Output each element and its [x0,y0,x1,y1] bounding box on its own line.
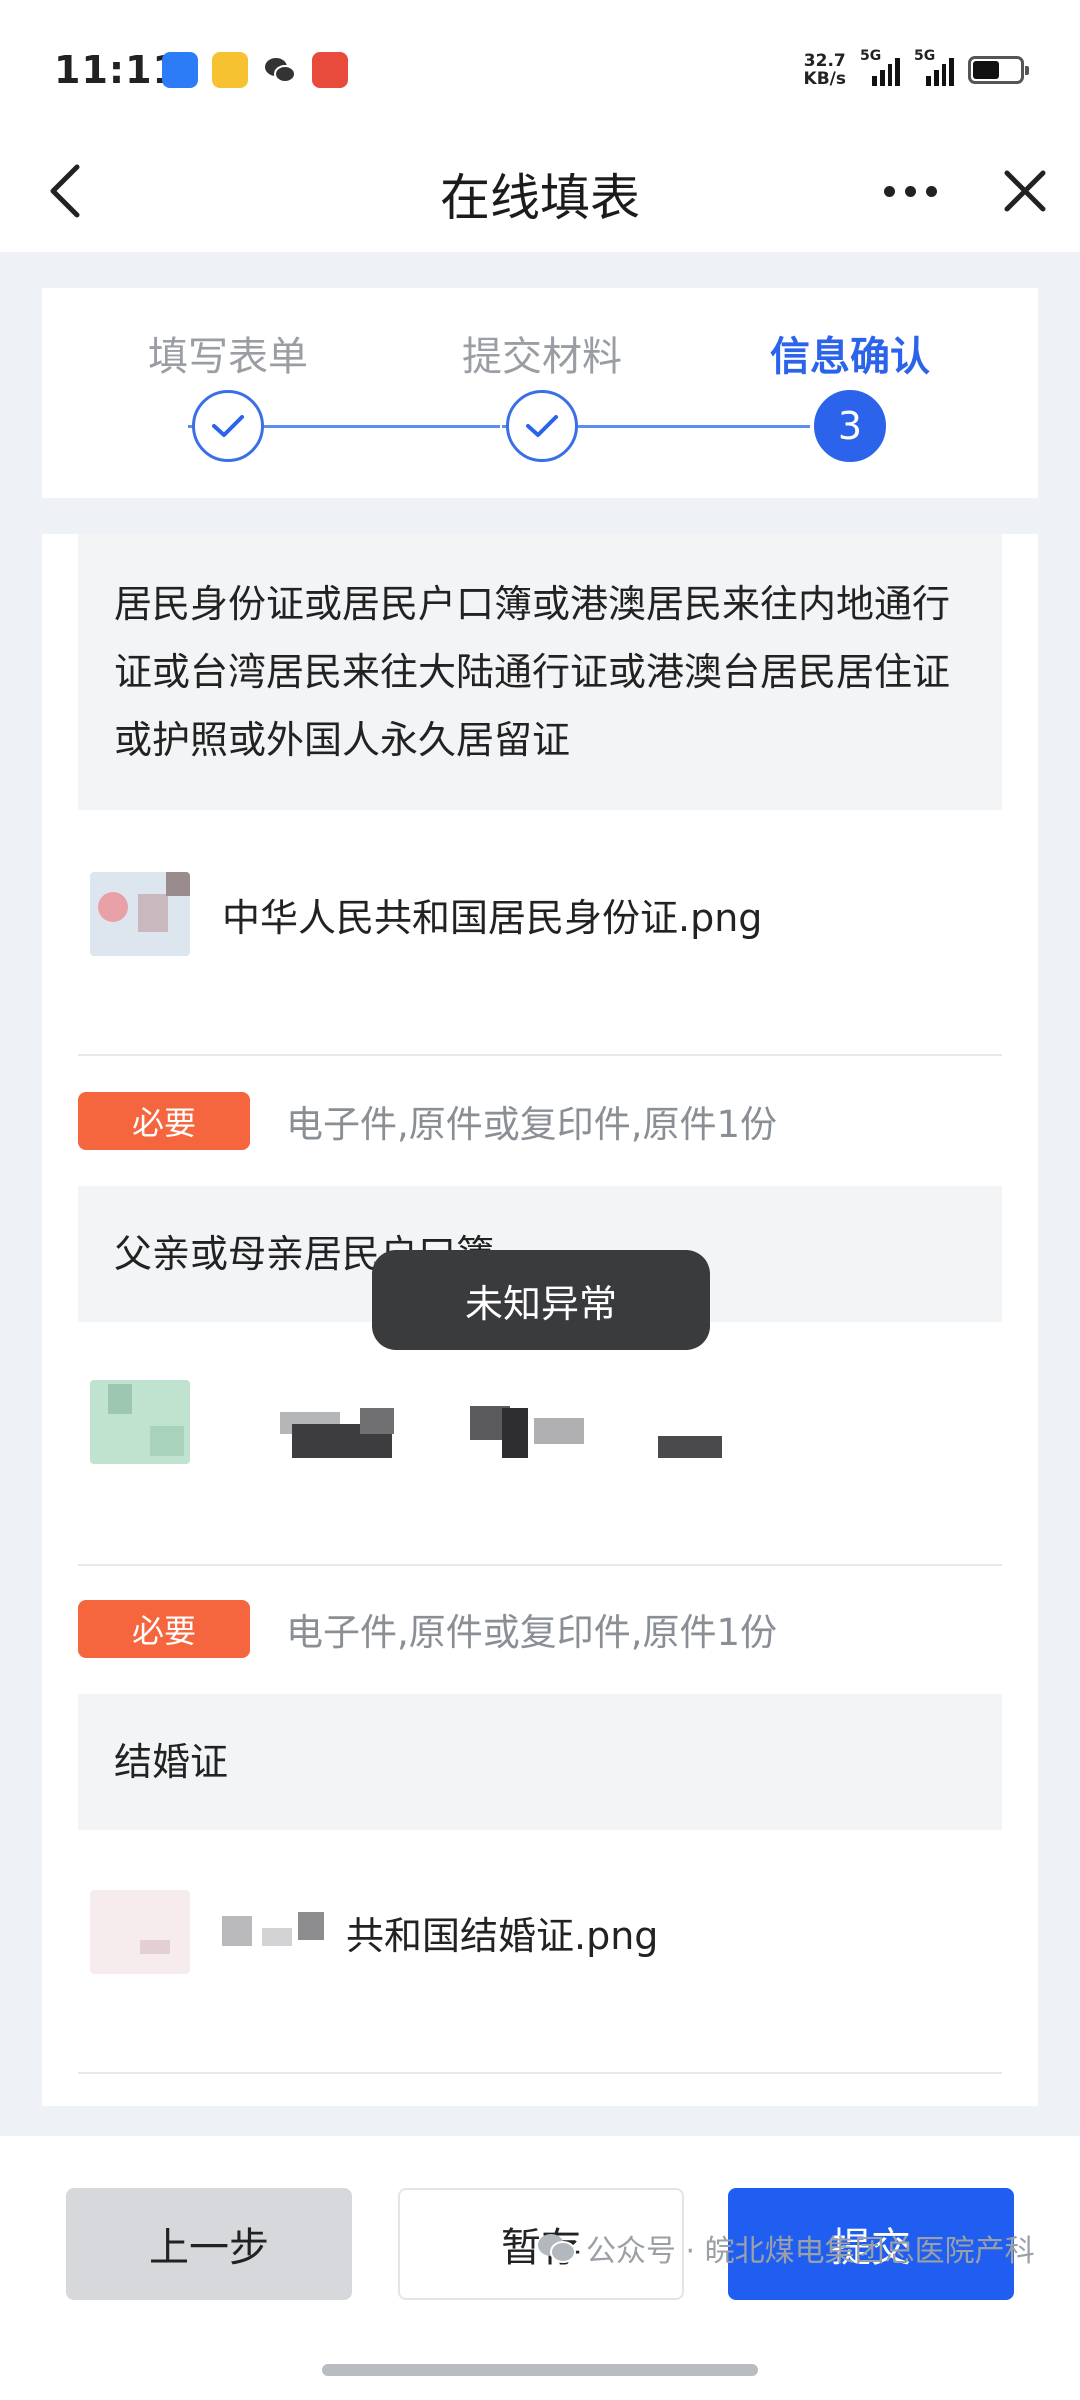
battery-icon [968,56,1029,84]
error-toast: 未知异常 [372,1250,710,1350]
network-speed: 32.7 KB/s [804,52,846,88]
divider [78,1054,1002,1056]
watermark: 公众号 · 皖北煤电集团总医院产科 [536,2226,1035,2270]
home-indicator[interactable] [322,2364,758,2376]
network-speed-value: 32.7 [803,51,846,71]
step-label-confirm-info: 信息确认 [770,334,930,380]
check-icon [212,415,244,437]
requirement-description: 电子件,原件或复印件,原件1份 [286,1103,778,1146]
required-badge: 必要 [78,1092,250,1150]
redacted-file-name-prefix [222,1912,346,1952]
required-badge: 必要 [78,1600,250,1658]
divider [78,2072,1002,2074]
more-dot-icon [925,185,937,197]
step-1-done [192,390,264,462]
step-2-done [506,390,578,462]
attachment-file-name[interactable]: 共和国结婚证.png [346,1905,658,1960]
notification-app-icon-4 [312,52,348,88]
material-title-box: 居民身份证或居民户口簿或港澳居民来往内地通行证或台湾居民来往大陆通行证或港澳台居… [78,534,1002,810]
notification-app-icon-1 [162,52,198,88]
attachment-file-name[interactable]: 中华人民共和国居民身份证.png [222,887,762,942]
nav-bar: 在线填表 [0,130,1080,252]
weibo-icon [212,52,248,88]
close-button[interactable] [990,156,1060,226]
signal-icon: 5G [860,48,900,86]
requirement-row: 必要 电子件,原件或复印件,原件1份 [78,1092,1002,1150]
attachment-thumbnail[interactable] [90,1380,190,1464]
attachment-row[interactable]: 中华人民共和国居民身份证.png [90,866,990,962]
previous-step-button[interactable]: 上一步 [66,2188,352,2300]
material-title: 结婚证 [114,1740,229,1784]
status-indicators: 32.7 KB/s 5G 5G [804,48,1029,88]
requirement-description: 电子件,原件或复印件,原件1份 [286,1611,778,1654]
network-speed-unit: KB/s [803,69,846,89]
material-title: 居民身份证或居民户口簿或港澳居民来往内地通行证或台湾居民来往大陆通行证或港澳台居… [114,582,951,762]
step-label-fill-form: 填写表单 [148,334,308,380]
signal-label: 5G [914,48,936,64]
progress-stepper: 填写表单 提交材料 信息确认 3 [42,288,1038,498]
step-3-active: 3 [814,390,886,462]
signal-icon: 5G [914,48,954,86]
signal-label: 5G [860,48,882,64]
redacted-file-name [210,1384,850,1464]
material-title-box: 结婚证 [78,1694,1002,1830]
attachment-thumbnail[interactable] [90,872,190,956]
wechat-official-account-icon [538,2234,576,2263]
requirement-row: 必要 电子件,原件或复印件,原件1份 [78,1600,1002,1658]
step-label-submit-materials: 提交材料 [462,334,622,380]
more-dot-icon [883,185,895,197]
close-icon [1004,170,1046,212]
wechat-icon [262,52,298,88]
attachment-row[interactable] [90,1374,990,1470]
status-bar: 11:11 32.7 KB/s 5G 5G [0,0,1080,130]
check-icon [526,415,558,437]
screen: 11:11 32.7 KB/s 5G 5G 在线填表 填写表单 提交材料 信息确… [0,0,1080,2400]
watermark-text: 公众号 · 皖北煤电集团总医院产科 [586,2234,1035,2269]
attachment-thumbnail[interactable] [90,1890,190,1974]
more-button[interactable] [870,156,950,226]
divider [78,1564,1002,1566]
more-dot-icon [904,185,916,197]
attachment-row[interactable]: 共和国结婚证.png [90,1884,990,1980]
